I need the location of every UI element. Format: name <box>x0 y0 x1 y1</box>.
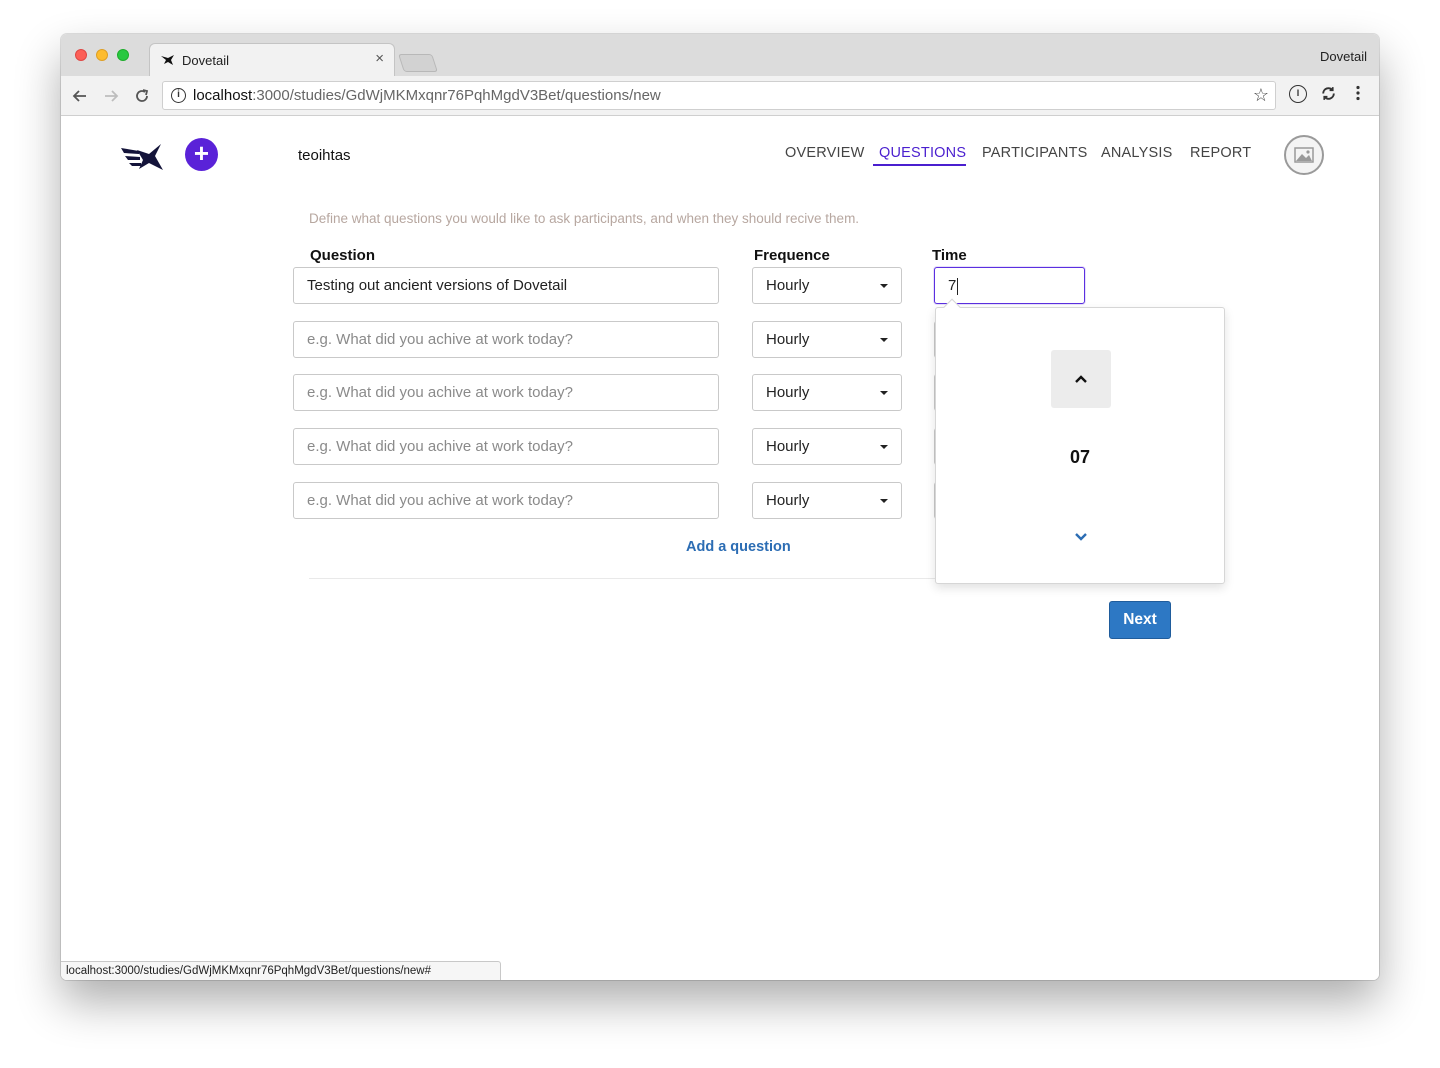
frequence-column-header: Frequence <box>754 247 830 264</box>
frequence-select[interactable]: Hourly <box>752 267 902 304</box>
page-content: + teoihtas OVERVIEW QUESTIONS PARTICIPAN… <box>61 116 1379 980</box>
caret-down-icon <box>880 284 888 288</box>
maximize-window-button[interactable] <box>117 49 129 61</box>
minimize-window-button[interactable] <box>96 49 108 61</box>
study-name: teoihtas <box>298 147 351 164</box>
close-window-button[interactable] <box>75 49 87 61</box>
decrement-hour-button[interactable] <box>1051 508 1111 566</box>
caret-down-icon <box>880 391 888 395</box>
caret-down-icon <box>880 499 888 503</box>
star-icon[interactable]: ☆ <box>1253 85 1269 106</box>
image-placeholder-icon <box>1294 147 1314 163</box>
tab-title: Dovetail <box>182 53 229 68</box>
frequence-value: Hourly <box>766 331 810 348</box>
question-input[interactable] <box>293 321 719 358</box>
avatar[interactable] <box>1284 135 1324 175</box>
frequence-select[interactable]: Hourly <box>752 482 902 519</box>
onepassword-icon[interactable]: I <box>1289 85 1307 103</box>
time-input[interactable]: 7 <box>934 267 1085 304</box>
picker-hour-value: 07 <box>1069 447 1091 467</box>
frequence-select[interactable]: Hourly <box>752 374 902 411</box>
frequence-select[interactable]: Hourly <box>752 428 902 465</box>
caret-down-icon <box>880 445 888 449</box>
browser-toolbar: i localhost:3000/studies/GdWjMKMxqnr76Pq… <box>61 76 1379 116</box>
add-question-link[interactable]: Add a question <box>686 539 791 555</box>
time-column-header: Time <box>932 247 967 264</box>
nav-overview[interactable]: OVERVIEW <box>785 145 865 161</box>
time-picker-popover: 07 <box>935 298 1225 584</box>
frequence-value: Hourly <box>766 438 810 455</box>
frequence-value: Hourly <box>766 277 810 294</box>
browser-window: Dovetail × Dovetail i localhost:3000/stu… <box>61 34 1379 980</box>
chevron-down-icon <box>1075 533 1087 541</box>
status-bar: localhost:3000/studies/GdWjMKMxqnr76PqhM… <box>61 961 501 980</box>
url-text: localhost:3000/studies/GdWjMKMxqnr76PqhM… <box>193 87 661 104</box>
nav-questions[interactable]: QUESTIONS <box>879 145 966 161</box>
question-input[interactable] <box>293 428 719 465</box>
frequence-select[interactable]: Hourly <box>752 321 902 358</box>
frequence-value: Hourly <box>766 384 810 401</box>
question-input[interactable] <box>293 482 719 519</box>
sync-icon[interactable] <box>1319 85 1337 103</box>
next-button[interactable]: Next <box>1109 601 1171 639</box>
text-cursor <box>957 277 959 295</box>
nav-report[interactable]: REPORT <box>1190 145 1251 161</box>
tab-strip: Dovetail × Dovetail <box>61 34 1379 76</box>
window-label: Dovetail <box>1320 49 1367 64</box>
increment-hour-button[interactable] <box>1051 350 1111 408</box>
dovetail-logo-icon[interactable] <box>119 136 165 176</box>
site-info-icon[interactable]: i <box>171 88 186 103</box>
browser-tab[interactable]: Dovetail × <box>149 43 395 76</box>
intro-text: Define what questions you would like to … <box>309 211 860 226</box>
question-input[interactable] <box>293 267 719 304</box>
kebab-menu-icon[interactable] <box>1349 85 1367 103</box>
back-arrow-icon[interactable] <box>69 85 91 107</box>
new-tab-button[interactable] <box>398 54 438 72</box>
question-input[interactable] <box>293 374 719 411</box>
question-column-header: Question <box>310 247 376 264</box>
active-nav-underline <box>873 164 966 166</box>
divider <box>309 578 935 579</box>
add-study-button[interactable]: + <box>185 138 218 171</box>
address-bar[interactable]: i localhost:3000/studies/GdWjMKMxqnr76Pq… <box>162 81 1276 110</box>
forward-arrow-icon[interactable] <box>100 85 122 107</box>
chevron-up-icon <box>1075 375 1087 383</box>
nav-participants[interactable]: PARTICIPANTS <box>982 145 1088 161</box>
tab-close-icon[interactable]: × <box>375 50 384 67</box>
dovetail-favicon-icon <box>161 55 174 65</box>
time-input-value: 7 <box>948 277 957 294</box>
frequence-value: Hourly <box>766 492 810 509</box>
caret-down-icon <box>880 338 888 342</box>
nav-analysis[interactable]: ANALYSIS <box>1101 145 1172 161</box>
reload-icon[interactable] <box>131 85 153 107</box>
